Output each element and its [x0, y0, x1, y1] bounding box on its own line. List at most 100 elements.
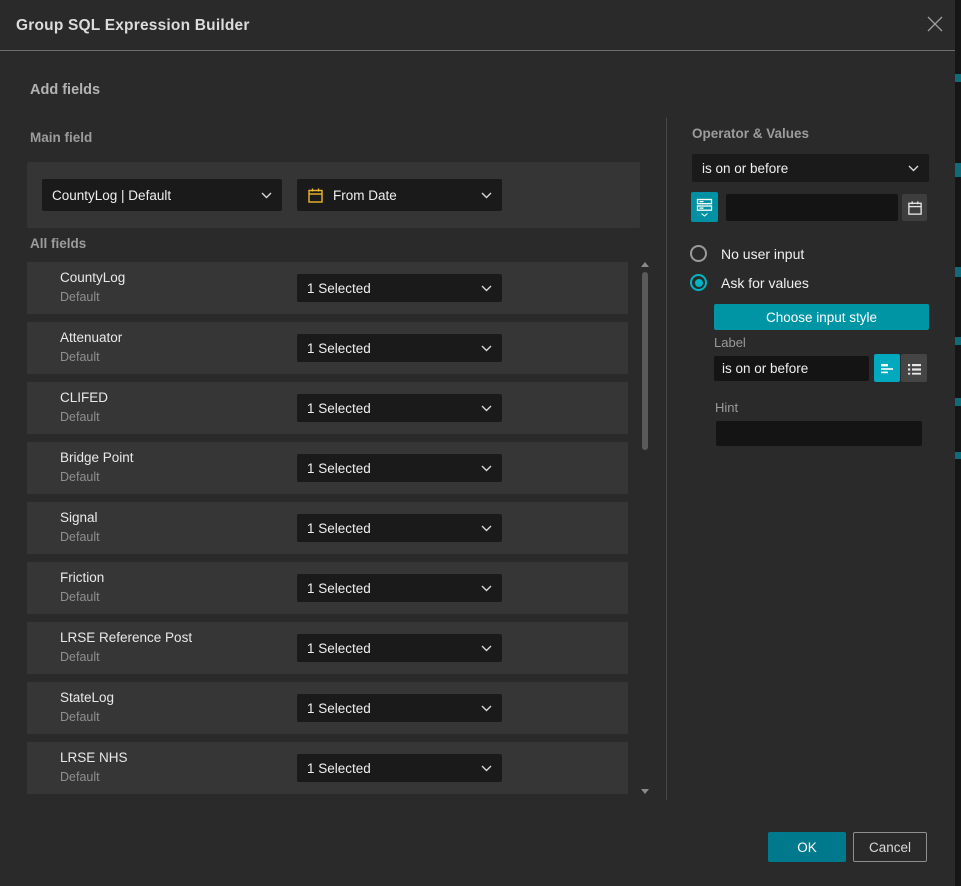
field-row: StateLog Default 1 Selected [27, 682, 628, 734]
field-selected-dropdown[interactable]: 1 Selected [297, 454, 502, 482]
field-type: Default [60, 590, 100, 604]
field-type: Default [60, 710, 100, 724]
scrollbar-thumb[interactable] [642, 272, 648, 450]
field-row: CountyLog Default 1 Selected [27, 262, 628, 314]
hint-input[interactable] [716, 421, 922, 446]
calendar-icon [307, 187, 324, 204]
radio-ask-for-values[interactable]: Ask for values [690, 274, 809, 291]
column-divider [666, 118, 667, 800]
all-fields-label: All fields [30, 236, 86, 251]
field-selected-dropdown-value: 1 Selected [307, 761, 371, 776]
field-row: Friction Default 1 Selected [27, 562, 628, 614]
list-icon [907, 361, 922, 376]
main-date-field-dropdown[interactable]: From Date [297, 179, 502, 211]
field-name: Attenuator [60, 330, 122, 345]
label-input[interactable] [714, 356, 869, 381]
field-name: StateLog [60, 690, 114, 705]
field-name: Friction [60, 570, 104, 585]
radio-selected-circle-icon [690, 274, 707, 291]
field-selected-dropdown-value: 1 Selected [307, 461, 371, 476]
field-selected-dropdown[interactable]: 1 Selected [297, 274, 502, 302]
ok-button[interactable]: OK [768, 832, 846, 862]
chevron-down-icon [481, 765, 492, 772]
main-dataset-dropdown-value: CountyLog | Default [52, 188, 171, 203]
field-type: Default [60, 770, 100, 784]
field-name: CLIFED [60, 390, 108, 405]
field-row: Attenuator Default 1 Selected [27, 322, 628, 374]
field-selected-dropdown[interactable]: 1 Selected [297, 754, 502, 782]
close-icon [925, 14, 945, 39]
main-date-field-dropdown-value: From Date [333, 188, 397, 203]
main-field-label: Main field [30, 130, 92, 145]
add-fields-heading: Add fields [30, 82, 100, 98]
field-selected-dropdown[interactable]: 1 Selected [297, 574, 502, 602]
field-row: LRSE Reference Post Default 1 Selected [27, 622, 628, 674]
main-field-panel: CountyLog | Default From Date [27, 162, 640, 228]
field-selected-dropdown-value: 1 Selected [307, 281, 371, 296]
field-selected-dropdown[interactable]: 1 Selected [297, 334, 502, 362]
chevron-down-icon [481, 645, 492, 652]
field-selected-dropdown-value: 1 Selected [307, 581, 371, 596]
field-type: Default [60, 290, 100, 304]
chevron-down-icon [481, 705, 492, 712]
field-type: Default [60, 350, 100, 364]
operator-dropdown[interactable]: is on or before [692, 154, 929, 182]
label-field-label: Label [714, 335, 746, 350]
field-name: Signal [60, 510, 98, 525]
scroll-down-arrow-icon[interactable] [641, 789, 649, 794]
cancel-button[interactable]: Cancel [853, 832, 927, 862]
field-selected-dropdown-value: 1 Selected [307, 641, 371, 656]
chevron-down-icon [481, 525, 492, 532]
value-input[interactable] [726, 194, 898, 221]
chevron-down-icon [481, 405, 492, 412]
field-type: Default [60, 530, 100, 544]
stacked-values-icon [696, 198, 713, 217]
operator-dropdown-value: is on or before [702, 161, 788, 176]
field-selected-dropdown[interactable]: 1 Selected [297, 394, 502, 422]
align-left-icon [880, 361, 895, 376]
chevron-down-icon [481, 585, 492, 592]
label-style-single-button[interactable] [874, 354, 900, 382]
close-button[interactable] [920, 11, 950, 41]
main-dataset-dropdown[interactable]: CountyLog | Default [42, 179, 282, 211]
chevron-down-icon [481, 192, 492, 199]
choose-input-style-button[interactable]: Choose input style [714, 304, 929, 330]
field-type: Default [60, 470, 100, 484]
group-sql-expression-builder-dialog: Group SQL Expression Builder Add fields … [0, 0, 961, 886]
field-selected-dropdown-value: 1 Selected [307, 401, 371, 416]
all-fields-list: CountyLog Default 1 Selected Attenuator … [27, 262, 628, 802]
field-name: LRSE Reference Post [60, 630, 192, 645]
chevron-down-icon [261, 192, 272, 199]
field-row: CLIFED Default 1 Selected [27, 382, 628, 434]
scroll-up-arrow-icon[interactable] [641, 262, 649, 267]
dialog-titlebar: Group SQL Expression Builder [0, 0, 961, 51]
field-type: Default [60, 650, 100, 664]
field-name: CountyLog [60, 270, 125, 285]
radio-no-user-input-label: No user input [721, 246, 804, 262]
field-selected-dropdown[interactable]: 1 Selected [297, 514, 502, 542]
field-selected-dropdown-value: 1 Selected [307, 701, 371, 716]
field-selected-dropdown-value: 1 Selected [307, 341, 371, 356]
field-selected-dropdown-value: 1 Selected [307, 521, 371, 536]
radio-ask-for-values-label: Ask for values [721, 275, 809, 291]
field-type: Default [60, 410, 100, 424]
operator-values-heading: Operator & Values [692, 126, 809, 141]
background-app-edge [955, 0, 961, 886]
dialog-title: Group SQL Expression Builder [16, 0, 250, 51]
field-name: Bridge Point [60, 450, 134, 465]
label-style-list-button[interactable] [901, 354, 927, 382]
fields-list-scrollbar[interactable] [637, 258, 653, 798]
chevron-down-icon [481, 345, 492, 352]
field-row: LRSE NHS Default 1 Selected [27, 742, 628, 794]
chevron-down-icon [481, 465, 492, 472]
radio-no-user-input[interactable]: No user input [690, 245, 804, 262]
field-name: LRSE NHS [60, 750, 128, 765]
chevron-down-icon [908, 165, 919, 172]
value-date-picker-button[interactable] [902, 194, 927, 221]
field-selected-dropdown[interactable]: 1 Selected [297, 634, 502, 662]
calendar-icon [907, 200, 923, 216]
chevron-down-icon [481, 285, 492, 292]
field-row: Bridge Point Default 1 Selected [27, 442, 628, 494]
field-selected-dropdown[interactable]: 1 Selected [297, 694, 502, 722]
value-source-button[interactable] [691, 192, 718, 222]
